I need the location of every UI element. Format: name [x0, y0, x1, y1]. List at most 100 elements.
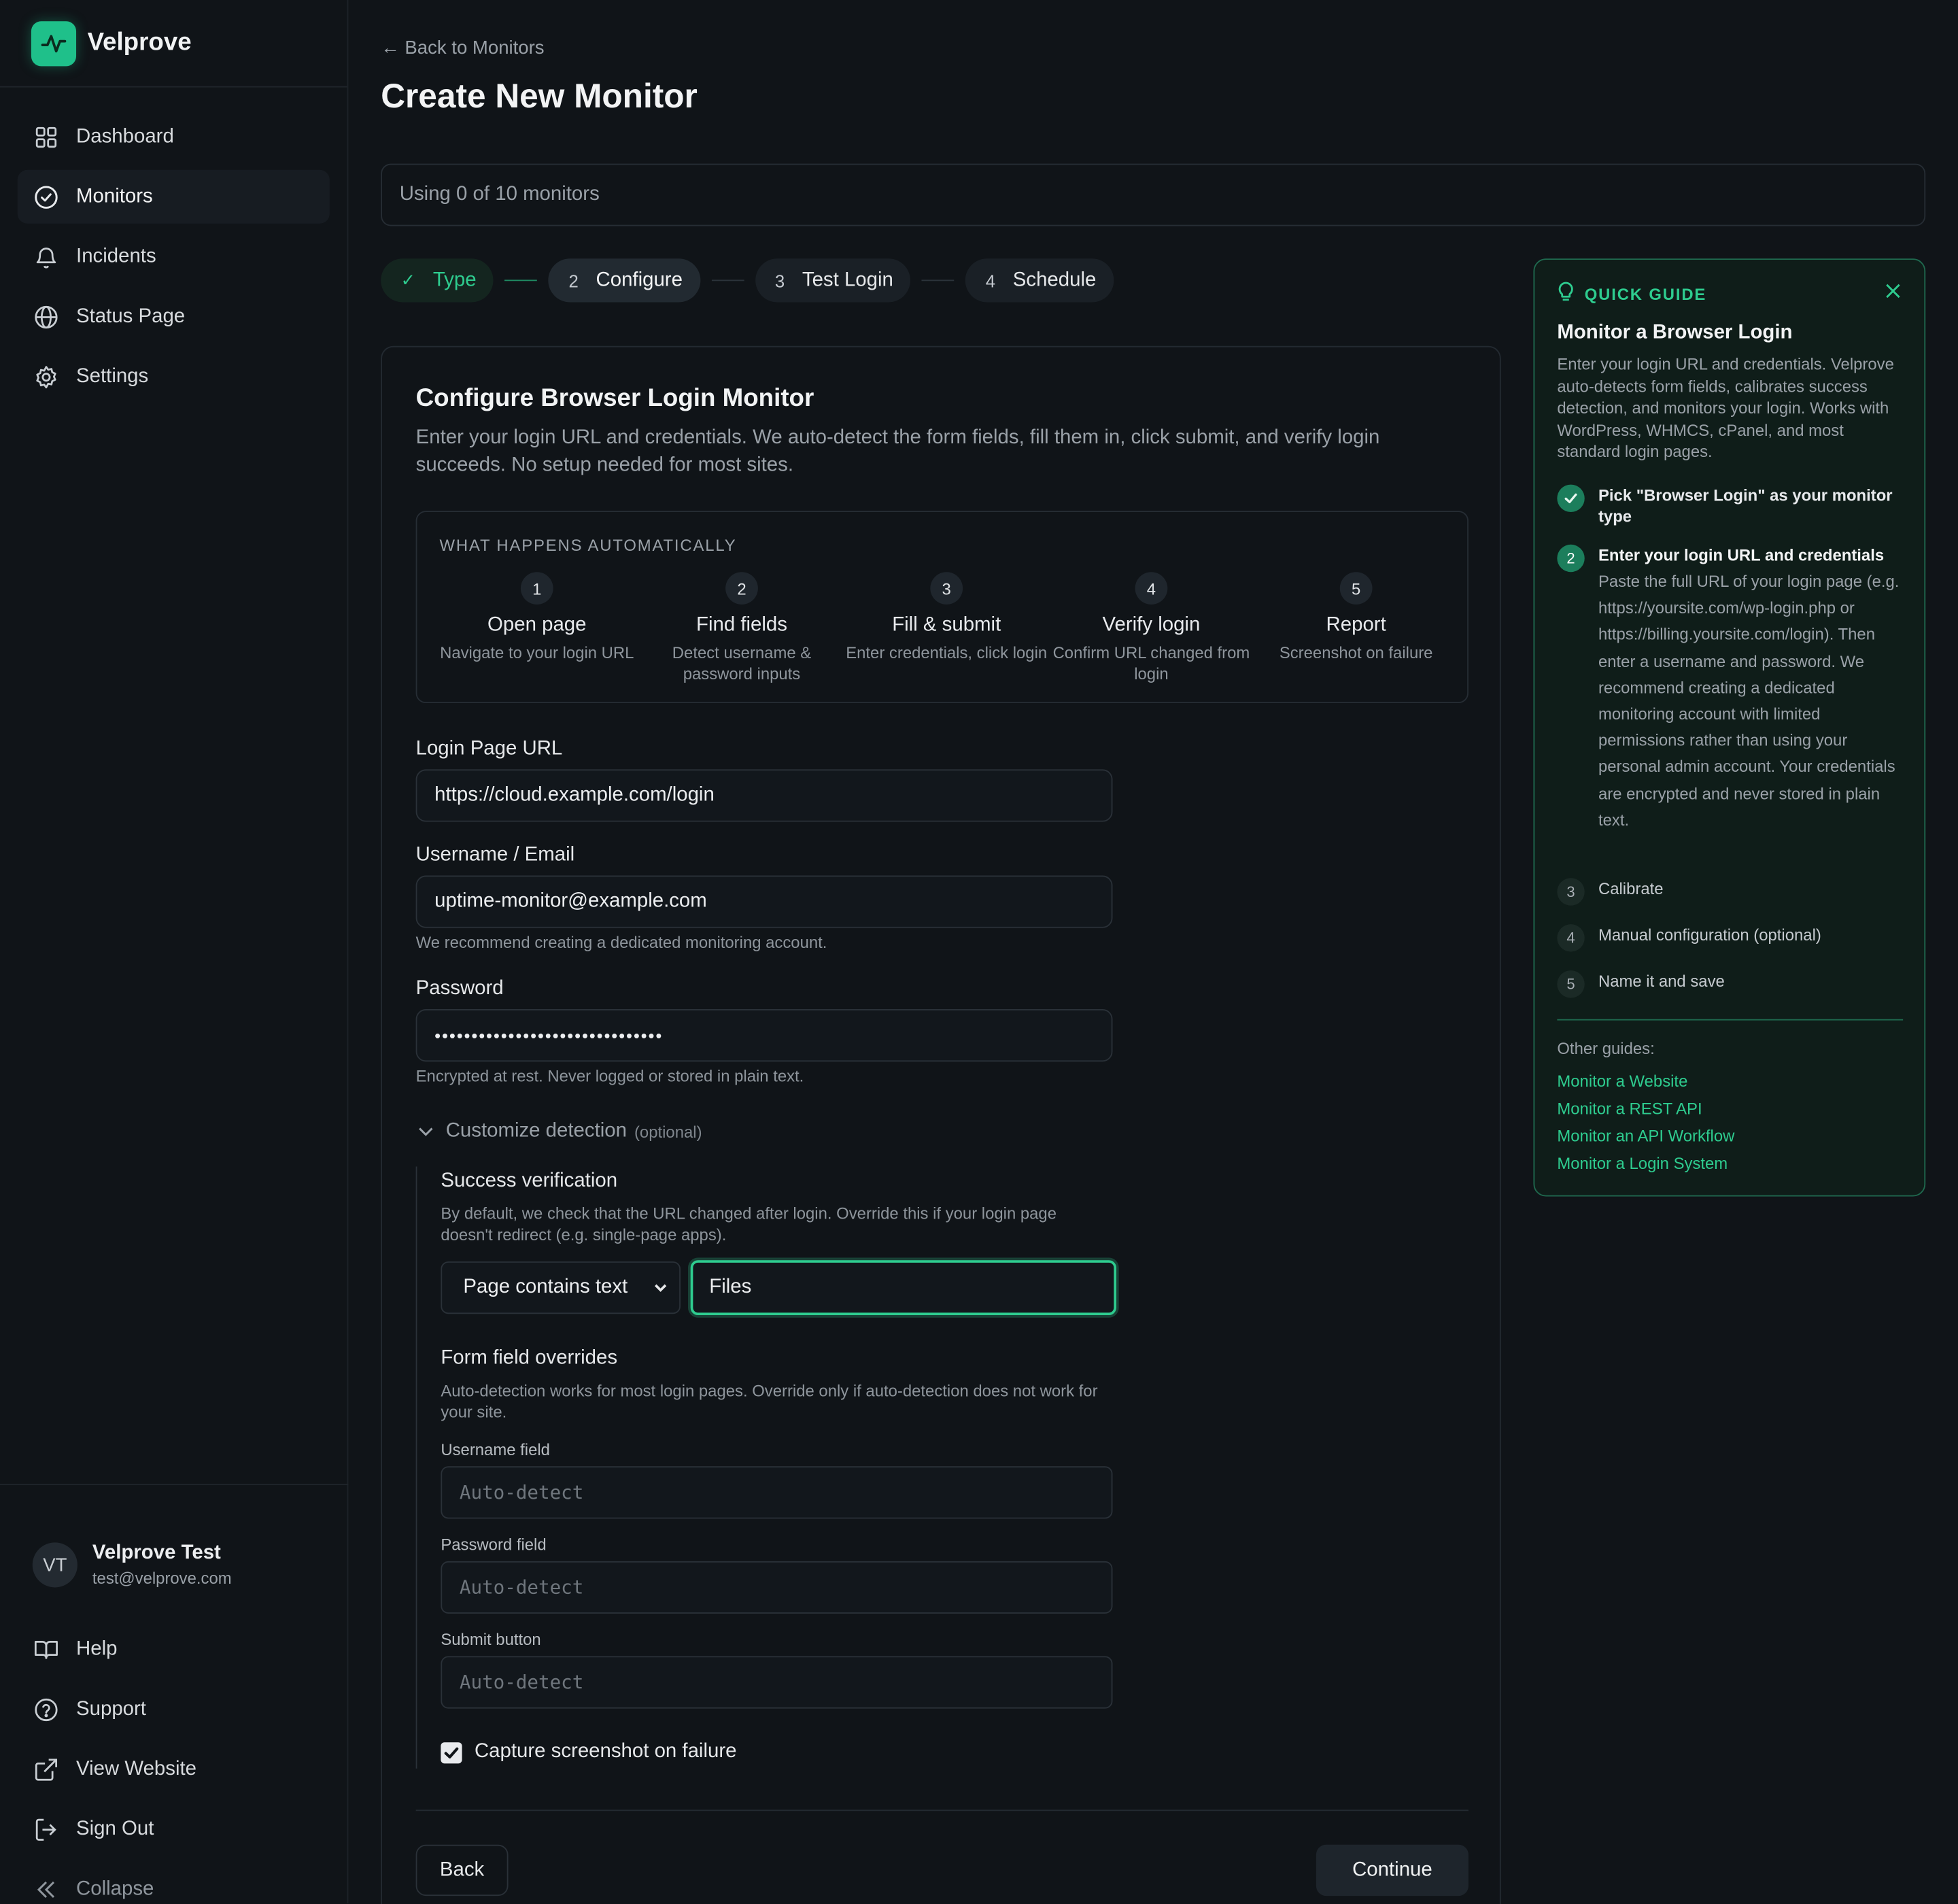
- checkbox-checked-icon[interactable]: [441, 1741, 462, 1763]
- password-input[interactable]: •••••••••••••••••••••••••••••••: [415, 1009, 1113, 1062]
- side-link-label: View Website: [76, 1758, 196, 1780]
- guide-step-label: Pick "Browser Login" as your monitor typ…: [1598, 486, 1893, 526]
- guide-step: 3 Calibrate: [1557, 878, 1909, 906]
- user-profile[interactable]: VT Velprove Test test@velprove.com: [0, 1485, 348, 1608]
- nav-item-incidents[interactable]: Incidents: [18, 230, 330, 284]
- card-description: Enter your login URL and credentials. We…: [415, 427, 1380, 476]
- collapse-button[interactable]: Collapse: [0, 1860, 348, 1904]
- step-connector: [504, 279, 538, 282]
- quick-guide-panel: QUICK GUIDE Monitor a Browser Login Ente…: [1533, 258, 1926, 1197]
- guide-link-login-system[interactable]: Monitor a Login System: [1557, 1154, 1728, 1173]
- guide-title: Monitor a Browser Login: [1557, 322, 1793, 344]
- close-icon[interactable]: [1885, 282, 1902, 306]
- nav-label: Status Page: [76, 305, 186, 327]
- select-value: Page contains text: [463, 1276, 628, 1298]
- pulse-logo-icon: [31, 20, 77, 66]
- step-schedule[interactable]: 4 Schedule: [965, 258, 1114, 303]
- submit-button-field-input[interactable]: Auto-detect: [441, 1656, 1113, 1709]
- password-field-label: Password field: [441, 1535, 547, 1554]
- auto-step-number: 1: [520, 572, 553, 605]
- brand[interactable]: Velprove: [0, 0, 347, 88]
- guide-link-website[interactable]: Monitor a Website: [1557, 1072, 1687, 1091]
- guide-step-label: Manual configuration (optional): [1598, 925, 1821, 945]
- optional-tag: (optional): [634, 1122, 702, 1141]
- back-button[interactable]: Back: [415, 1844, 509, 1897]
- auto-step: 5 Report Screenshot on failure: [1254, 572, 1458, 684]
- guide-step-detail: Paste the full URL of your login page (e…: [1598, 572, 1900, 830]
- auto-step: 2 Find fields Detect username & password…: [639, 572, 844, 684]
- continue-button[interactable]: Continue: [1316, 1844, 1468, 1897]
- sidebar-footer: VT Velprove Test test@velprove.com Help …: [0, 1483, 349, 1904]
- chevron-down-icon: [654, 1284, 667, 1292]
- auto-step-subtitle: Navigate to your login URL: [440, 643, 634, 662]
- auto-steps-box: WHAT HAPPENS AUTOMATICALLY 1 Open page N…: [415, 511, 1468, 704]
- auto-step-number: 3: [930, 572, 963, 605]
- nav-label: Monitors: [76, 185, 153, 207]
- nav-label: Dashboard: [76, 125, 174, 147]
- step-connector: [922, 279, 955, 282]
- login-url-input[interactable]: https://cloud.example.com/login: [415, 769, 1113, 822]
- guide-step-label: Name it and save: [1598, 971, 1725, 991]
- check-circle-icon: [34, 184, 59, 209]
- capture-screenshot-checkbox[interactable]: Capture screenshot on failure: [441, 1741, 736, 1763]
- guide-step-number: 3: [1557, 878, 1585, 906]
- sign-out-icon: [34, 1817, 59, 1842]
- step-test-login[interactable]: 3 Test Login: [755, 258, 911, 303]
- auto-step-subtitle: Confirm URL changed from login: [1052, 643, 1250, 683]
- gear-icon: [34, 364, 59, 389]
- submit-button-field-label: Submit button: [441, 1629, 541, 1649]
- success-verification-title: Success verification: [441, 1170, 618, 1192]
- step-connector: [711, 279, 744, 282]
- configure-card: Configure Browser Login Monitor Enter yo…: [381, 345, 1501, 1904]
- password-hint: Encrypted at rest. Never logged or store…: [415, 1066, 804, 1086]
- checkbox-label: Capture screenshot on failure: [474, 1741, 737, 1763]
- customize-detection-toggle[interactable]: Customize detection (optional): [416, 1121, 702, 1143]
- username-field-input[interactable]: Auto-detect: [441, 1466, 1113, 1519]
- nav-item-settings[interactable]: Settings: [18, 350, 330, 403]
- brand-name: Velprove: [87, 29, 192, 56]
- username-hint: We recommend creating a dedicated monito…: [415, 933, 827, 952]
- customize-panel: Success verification By default, we chec…: [415, 1166, 1117, 1769]
- auto-step-title: Find fields: [696, 614, 787, 636]
- guide-description: Enter your login URL and credentials. Ve…: [1557, 354, 1894, 461]
- step-configure[interactable]: 2 Configure: [549, 258, 700, 303]
- auto-step-subtitle: Enter credentials, click login: [846, 643, 1048, 662]
- avatar: VT: [32, 1542, 78, 1588]
- username-input[interactable]: uptime-monitor@example.com: [415, 875, 1113, 928]
- success-text-input[interactable]: Files: [690, 1260, 1117, 1316]
- chevron-down-icon: [419, 1127, 433, 1136]
- check-icon: [1557, 484, 1585, 513]
- password-field-input[interactable]: Auto-detect: [441, 1561, 1113, 1614]
- main-nav: Dashboard Monitors Incidents Status Page…: [0, 88, 347, 404]
- side-link-label: Sign Out: [76, 1818, 154, 1840]
- side-link-label: Support: [76, 1698, 146, 1720]
- auto-step-title: Open page: [487, 614, 587, 636]
- support-link[interactable]: Support: [0, 1680, 348, 1739]
- guide-link-api-workflow[interactable]: Monitor an API Workflow: [1557, 1127, 1734, 1146]
- guide-step: 4 Manual configuration (optional): [1557, 924, 1909, 952]
- step-label: Type: [432, 269, 477, 291]
- auto-steps-heading: WHAT HAPPENS AUTOMATICALLY: [439, 535, 737, 555]
- nav-item-dashboard[interactable]: Dashboard: [18, 110, 330, 164]
- sign-out-link[interactable]: Sign Out: [0, 1800, 348, 1860]
- auto-step-title: Report: [1326, 614, 1386, 636]
- other-guides-label: Other guides:: [1557, 1039, 1655, 1058]
- step-type[interactable]: ✓ Type: [381, 258, 494, 303]
- auto-step-subtitle: Screenshot on failure: [1279, 643, 1433, 662]
- step-number: 4: [985, 270, 996, 291]
- nav-item-status-page[interactable]: Status Page: [18, 290, 330, 343]
- view-website-link[interactable]: View Website: [0, 1740, 348, 1800]
- help-link[interactable]: Help: [0, 1620, 348, 1680]
- auto-step-number: 5: [1339, 572, 1373, 605]
- guide-link-rest-api[interactable]: Monitor a REST API: [1557, 1099, 1702, 1118]
- nav-item-monitors[interactable]: Monitors: [17, 169, 330, 224]
- success-type-select[interactable]: Page contains text: [441, 1261, 681, 1314]
- step-label: Configure: [596, 269, 683, 291]
- step-number: 3: [774, 270, 785, 291]
- quick-guide-heading: QUICK GUIDE: [1557, 281, 1706, 306]
- username-field-label: Username field: [441, 1440, 550, 1459]
- auto-step-title: Verify login: [1102, 614, 1201, 636]
- external-link-icon: [34, 1757, 59, 1782]
- back-to-monitors-link[interactable]: ← Back to Monitors: [381, 37, 544, 58]
- guide-step-label: Calibrate: [1598, 879, 1664, 898]
